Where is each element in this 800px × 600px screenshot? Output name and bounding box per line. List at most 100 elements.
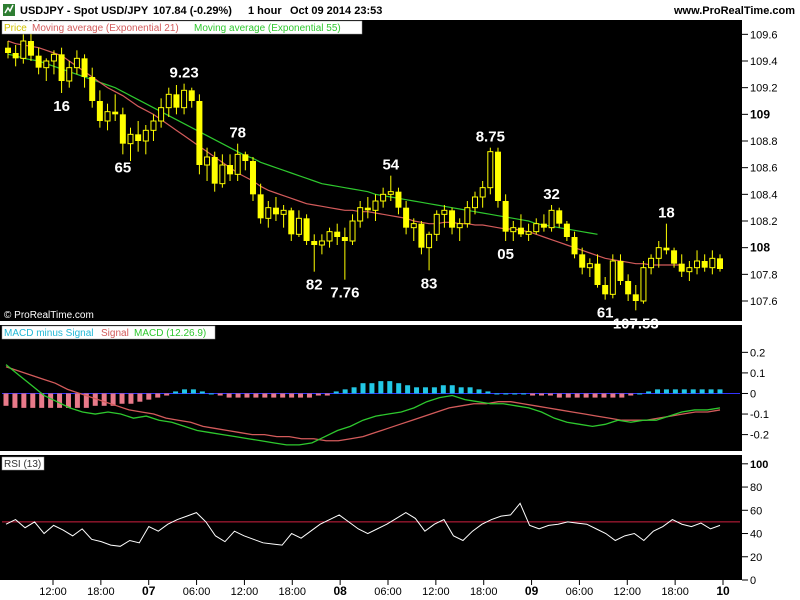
candle-body-down: [5, 47, 11, 53]
macd-histogram-bar: [601, 393, 607, 398]
macd-histogram-bar: [217, 393, 223, 396]
candle-body-up: [464, 207, 471, 225]
candle-body-down: [27, 41, 34, 56]
legend-rsi: RSI (13): [4, 459, 41, 470]
candle-body-down: [563, 223, 570, 237]
candle-body-up: [456, 223, 463, 229]
macd-histogram-bar: [333, 391, 339, 394]
candle-body-down: [449, 210, 456, 228]
macd-panel: 0.2 0.1 0 -0.1 -0.2: [2, 347, 769, 446]
macd-histogram-bar: [637, 393, 643, 395]
macd-histogram-bar: [485, 391, 491, 394]
candle-body-up: [66, 67, 73, 82]
candle-body-up: [441, 209, 448, 215]
macd-histogram-bar: [396, 383, 402, 394]
x-tick-label: 08: [333, 584, 347, 598]
macd-histogram-bar: [253, 393, 259, 398]
macd-histogram-bar: [164, 393, 170, 396]
rsi-y-tick-label: 40: [750, 529, 762, 541]
macd-histogram-bar: [405, 385, 411, 394]
macd-histogram-bar: [137, 393, 143, 402]
price-annotation: 18: [658, 205, 675, 222]
candle-body-up: [349, 220, 356, 242]
candle-body-up: [426, 233, 433, 249]
candle-body-down: [671, 250, 678, 264]
candle-body-down: [112, 111, 119, 115]
macd-histogram-bar: [556, 393, 562, 398]
macd-histogram-bar: [378, 381, 384, 394]
rsi-y-tick-label: 60: [750, 505, 762, 517]
price-annotation: 7.76: [330, 285, 359, 302]
macd-histogram-bar: [512, 393, 518, 395]
rsi-y-tick-label: 0: [750, 575, 756, 587]
candle-body-down: [334, 231, 341, 237]
macd-histogram-bar: [101, 393, 107, 406]
rsi-y-tick-label: 100: [750, 459, 768, 471]
site-link[interactable]: www.ProRealTime.com: [673, 5, 795, 17]
price-y-tick-label: 108.4: [750, 189, 778, 201]
candle-body-down: [602, 285, 609, 295]
price-y-tick-label: 108: [750, 241, 770, 255]
x-tick-label: 18:00: [661, 586, 689, 598]
macd-histogram-bar: [681, 389, 687, 394]
price-y-tick-label: 108.2: [750, 216, 778, 228]
macd-histogram-bar: [280, 393, 286, 398]
macd-histogram-bar: [235, 393, 241, 398]
candle-body-up: [127, 133, 134, 145]
rsi-y-tick-label: 80: [750, 482, 762, 494]
candle-body-up: [357, 207, 364, 222]
x-tick-label: 12:00: [422, 586, 450, 598]
macd-histogram-bar: [663, 389, 669, 394]
candle-body-up: [479, 187, 486, 198]
candle-body-up: [655, 247, 662, 259]
candle-body-down: [364, 207, 371, 211]
x-tick-label: 07: [142, 584, 156, 598]
macd-histogram-bar: [30, 393, 36, 408]
macd-histogram-bar: [369, 383, 375, 394]
macd-histogram-bar: [271, 393, 277, 398]
macd-histogram-bar: [21, 393, 27, 408]
candle-body-down: [288, 210, 295, 235]
macd-histogram-bar: [619, 393, 625, 398]
candle-body-down: [272, 207, 279, 215]
macd-histogram-bar: [57, 393, 63, 408]
legend-macd: MACD (12.26.9): [134, 328, 206, 339]
candle-body-up: [609, 260, 616, 295]
price-annotation: 78: [229, 125, 246, 142]
macd-histogram-bar: [146, 393, 152, 400]
symbol-title: USDJPY - Spot USD/JPY: [20, 5, 149, 17]
candle-body-down: [556, 210, 563, 224]
candle-body-up: [142, 129, 149, 142]
macd-histogram-bar: [699, 389, 705, 394]
candle-body-down: [494, 151, 501, 201]
x-tick-label: 10: [716, 584, 730, 598]
macd-histogram-bar: [306, 393, 312, 398]
candle-body-down: [701, 261, 708, 268]
rsi-panel: 100 80 60 40 20 0: [2, 459, 768, 587]
macd-histogram-bar: [530, 393, 536, 396]
x-tick-label: 18:00: [87, 586, 115, 598]
price-annotation: 9.23: [169, 65, 198, 82]
candle-body-down: [303, 218, 310, 241]
candle-body-down: [579, 254, 586, 268]
macd-histogram-bar: [672, 389, 678, 394]
macd-histogram-bar: [539, 393, 544, 396]
macd-histogram-bar: [360, 383, 366, 394]
macd-histogram-bar: [547, 393, 553, 396]
price-annotation: 61: [597, 305, 614, 322]
legend-macd-signal: Signal: [101, 328, 129, 339]
macd-histogram-bar: [298, 393, 304, 398]
candle-body-up: [234, 153, 241, 175]
candle-body-down: [341, 237, 348, 241]
candle-body-up: [20, 40, 27, 59]
candle-body-up: [433, 213, 440, 235]
price-y-tick-label: 109.2: [750, 83, 778, 95]
x-tick-label: 06:00: [374, 586, 402, 598]
macd-histogram-bar: [190, 389, 196, 394]
timestamp: Oct 09 2014 23:53: [290, 5, 382, 17]
macd-histogram-bar: [351, 387, 357, 394]
macd-histogram-bar: [48, 393, 54, 408]
price-y-tick-label: 108.6: [750, 163, 778, 175]
macd-histogram-bar: [155, 393, 161, 398]
candle-body-up: [372, 200, 379, 211]
